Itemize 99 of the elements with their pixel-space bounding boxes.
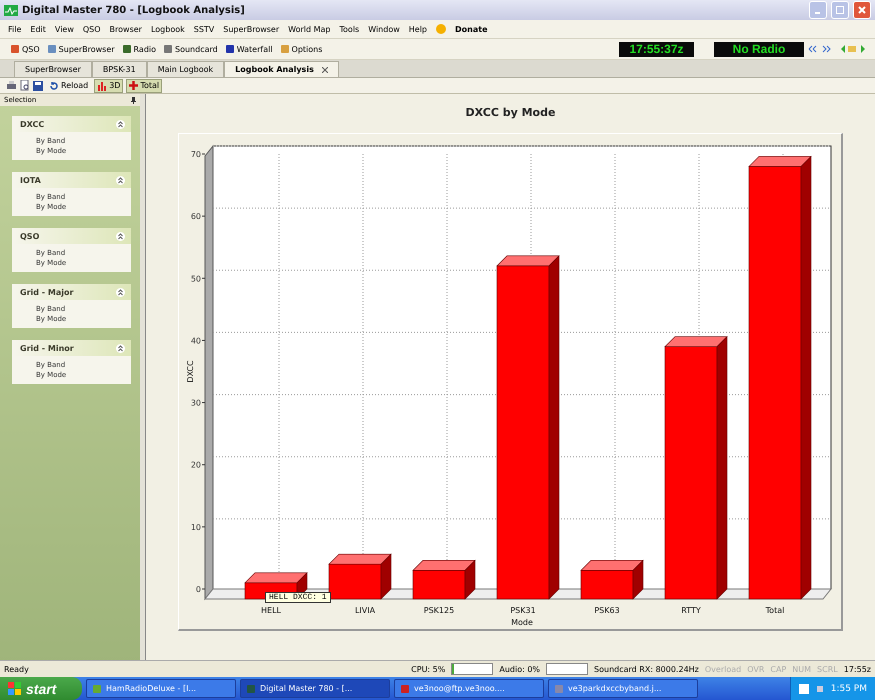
bar (412, 570, 466, 600)
status-indicator: SCRL (817, 664, 838, 674)
group-title: QSO (20, 232, 40, 240)
collapse-icon[interactable] (116, 288, 125, 296)
tooltip: HELL DXCC: 1 (265, 592, 331, 603)
app-icon (554, 684, 564, 694)
toolbar-button[interactable]: Waterfall (222, 41, 275, 57)
bar (580, 570, 634, 600)
x-axis-title: Mode (511, 618, 533, 627)
x-tick-label: PSK125 (424, 606, 454, 615)
x-tick-label: PSK31 (510, 606, 536, 615)
collapse-icon[interactable] (116, 232, 125, 240)
menu-item[interactable]: QSO (82, 24, 101, 34)
toolbar-button[interactable]: SuperBrowser (44, 41, 117, 57)
toolbar-button[interactable]: Soundcard (161, 41, 220, 57)
toolbar-button[interactable]: QSO (8, 41, 42, 57)
collapse-icon[interactable] (116, 120, 125, 128)
reload-icon (49, 80, 59, 90)
menu-item[interactable]: Tools (340, 24, 360, 34)
menu-item[interactable]: Edit (30, 24, 46, 34)
cpu-label: CPU: 5% (411, 664, 446, 674)
menu-item[interactable]: View (54, 24, 74, 34)
taskbar-button[interactable]: ve3parkdxccbyband.j... (548, 679, 698, 698)
app-icon (92, 684, 102, 694)
status-indicator: Overload (704, 664, 742, 674)
close-icon[interactable] (322, 66, 328, 72)
donate-link[interactable]: Donate (455, 24, 488, 34)
cpu-meter (451, 663, 494, 675)
document-tab[interactable]: Main Logbook (146, 61, 224, 77)
menu-item[interactable]: World Map (288, 24, 330, 34)
bar-3d-drawing (328, 553, 392, 600)
group-title: IOTA (20, 176, 41, 184)
y-tick-label: 10 (190, 522, 201, 532)
taskbar-button[interactable]: HamRadioDeluxe - [I... (86, 679, 236, 698)
app-icon (4, 4, 18, 16)
group-title: Grid - Minor (20, 344, 74, 352)
y-tick-label: 70 (190, 150, 201, 159)
bar-3d-drawing (580, 560, 644, 600)
app-icon (400, 684, 410, 694)
document-tab[interactable]: BPSK-31 (92, 61, 147, 77)
toolbar-button[interactable]: Radio (120, 41, 158, 57)
x-tick-label: PSK63 (594, 606, 620, 615)
x-tick-label: Total (766, 606, 784, 615)
soundcard-label: Soundcard RX: 8000.24Hz (594, 664, 699, 674)
maximize-icon (836, 6, 844, 14)
menu-item[interactable]: Window (368, 24, 400, 34)
audio-label: Audio: 0% (499, 664, 540, 674)
app-icon (246, 684, 256, 694)
chart-title: DXCC by Mode (466, 106, 556, 119)
clock: 1:55 PM (830, 684, 867, 694)
toolbar-button[interactable]: 3D (94, 78, 124, 92)
bar (328, 564, 382, 600)
x-tick-label: HELL (261, 606, 281, 615)
pin-icon[interactable] (131, 96, 136, 104)
menu-item[interactable]: SuperBrowser (223, 24, 280, 34)
clock-display: 17:55:37z (619, 42, 694, 56)
bar-chart-icon (97, 80, 108, 90)
status-indicator: OVR (747, 664, 764, 674)
window-title: Digital Master 780 - [Logbook Analysis] (22, 4, 246, 16)
toolbar-button[interactable]: Total (126, 78, 162, 92)
windows-logo-icon (8, 682, 22, 696)
plus-icon (129, 81, 138, 90)
toolbar-button[interactable]: Options (278, 41, 324, 57)
collapse-icon[interactable] (116, 344, 125, 352)
start-button[interactable]: start (0, 677, 82, 700)
print-preview-icon[interactable] (20, 80, 30, 91)
document-tab[interactable]: SuperBrowser (14, 61, 92, 77)
y-tick-label: 40 (190, 336, 201, 346)
y-tick-label: 50 (190, 274, 201, 284)
taskbar-button[interactable]: ve3noo@ftp.ve3noo.... (394, 679, 544, 698)
y-tick-label: 0 (196, 585, 201, 594)
y-tick-label: 30 (190, 398, 201, 408)
document-tab[interactable]: Logbook Analysis (224, 61, 339, 77)
menu-item[interactable]: File (8, 24, 22, 34)
status-text: Ready (4, 664, 30, 674)
status-time: 17:55z (844, 664, 871, 674)
y-axis-title: DXCC (186, 360, 195, 383)
status-indicator: NUM (792, 664, 812, 674)
y-tick-label: 60 (190, 212, 201, 222)
save-icon[interactable] (33, 80, 43, 90)
y-tick-label: 20 (190, 460, 201, 470)
close-button[interactable] (853, 1, 871, 19)
menu-item[interactable]: Browser (110, 24, 142, 34)
close-icon (858, 6, 866, 14)
group-title: Grid - Major (20, 288, 74, 296)
taskbar-button[interactable]: Digital Master 780 - [... (240, 679, 390, 698)
x-tick-label: RTTY (681, 606, 701, 615)
bar-3d-drawing (412, 560, 476, 600)
x-tick-label: LIVIA (354, 606, 376, 615)
radio-display: No Radio (714, 42, 804, 56)
navigation-icon[interactable] (807, 44, 867, 54)
collapse-icon[interactable] (116, 176, 125, 184)
printer-icon[interactable] (6, 80, 17, 90)
menu-item[interactable]: Help (408, 24, 428, 34)
toolbar-button[interactable]: Reload (46, 78, 92, 92)
menu-item[interactable]: Logbook (150, 24, 185, 34)
status-indicator: CAP (770, 664, 786, 674)
menu-item[interactable]: SSTV (194, 24, 214, 34)
group-title: DXCC (20, 120, 44, 128)
